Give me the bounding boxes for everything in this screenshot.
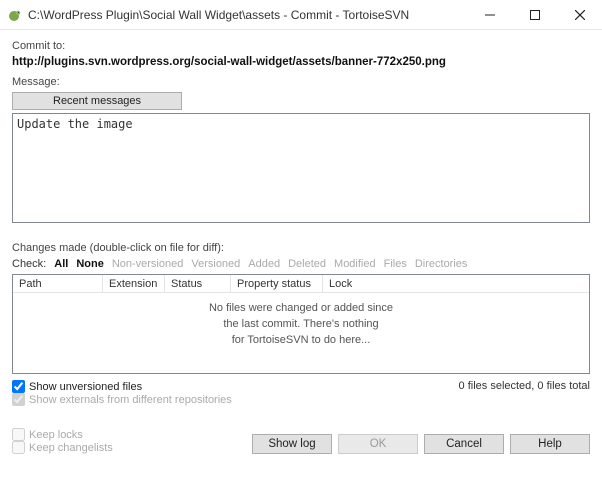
check-filter-row: Check: All None Non-versioned Versioned … — [12, 256, 590, 274]
check-deleted-link: Deleted — [288, 258, 326, 270]
col-status[interactable]: Status — [165, 275, 231, 292]
check-modified-link: Modified — [334, 258, 376, 270]
show-unversioned-checkbox[interactable]: Show unversioned files — [12, 380, 232, 393]
file-list[interactable]: Path Extension Status Property status Lo… — [12, 274, 590, 374]
window-title: C:\WordPress Plugin\Social Wall Widget\a… — [28, 8, 467, 22]
window-controls — [467, 0, 602, 30]
cancel-button[interactable]: Cancel — [424, 434, 504, 454]
message-label: Message: — [12, 76, 590, 88]
keep-changelists-checkbox: Keep changelists — [12, 441, 113, 454]
col-extension[interactable]: Extension — [103, 275, 165, 292]
recent-messages-button[interactable]: Recent messages — [12, 92, 182, 110]
close-button[interactable] — [557, 0, 602, 30]
col-lock[interactable]: Lock — [323, 275, 589, 292]
check-none-link[interactable]: None — [76, 258, 104, 270]
check-nonversioned-link: Non-versioned — [112, 258, 184, 270]
col-path[interactable]: Path — [13, 275, 103, 292]
maximize-button[interactable] — [512, 0, 557, 30]
file-count-status: 0 files selected, 0 files total — [459, 380, 590, 392]
commit-url: http://plugins.svn.wordpress.org/social-… — [12, 54, 590, 74]
ok-button: OK — [338, 434, 418, 454]
check-all-link[interactable]: All — [54, 258, 68, 270]
changes-label: Changes made (double-click on file for d… — [12, 242, 590, 254]
commit-to-label: Commit to: — [12, 40, 590, 52]
check-directories-link: Directories — [415, 258, 468, 270]
minimize-button[interactable] — [467, 0, 512, 30]
file-list-header: Path Extension Status Property status Lo… — [13, 275, 589, 293]
check-lead: Check: — [12, 258, 46, 270]
empty-file-list-message: No files were changed or added since the… — [13, 293, 589, 349]
commit-message-input[interactable] — [12, 113, 590, 223]
show-log-button[interactable]: Show log — [252, 434, 332, 454]
help-button[interactable]: Help — [510, 434, 590, 454]
titlebar: C:\WordPress Plugin\Social Wall Widget\a… — [0, 0, 602, 30]
show-externals-checkbox: Show externals from different repositori… — [12, 393, 232, 406]
tortoisesvn-icon — [6, 7, 22, 23]
check-added-link: Added — [248, 258, 280, 270]
check-versioned-link: Versioned — [191, 258, 240, 270]
col-property-status[interactable]: Property status — [231, 275, 323, 292]
keep-locks-checkbox: Keep locks — [12, 428, 113, 441]
check-files-link: Files — [384, 258, 407, 270]
